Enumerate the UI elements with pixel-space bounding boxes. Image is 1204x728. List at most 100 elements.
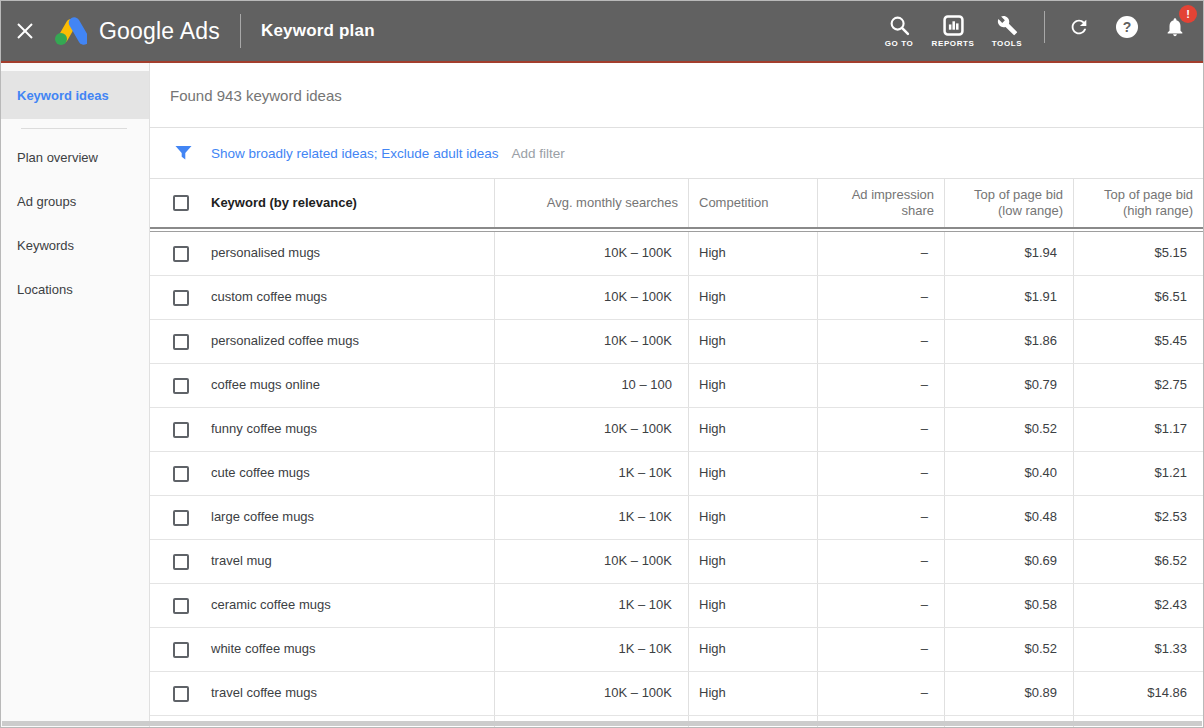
table-row[interactable]: funny coffee mugs 10K – 100K High – $0.5… [150,408,1203,452]
table-row[interactable]: personalized coffee mugs 10K – 100K High… [150,320,1203,364]
row-checkbox[interactable] [173,554,189,570]
impression-share-cell: – [817,276,944,319]
low-bid-cell: $0.52 [944,408,1073,451]
high-bid-cell: $6.52 [1073,540,1203,583]
searches-cell: 10K – 100K [494,672,688,715]
row-checkbox[interactable] [173,334,189,350]
tools-button[interactable]: TOOLS [980,15,1034,48]
impression-share-cell: – [817,628,944,671]
reports-button[interactable]: REPORTS [926,15,980,48]
sidebar-item-keywords[interactable]: Keywords [1,223,149,267]
row-checkbox[interactable] [173,510,189,526]
top-app-bar: Google Ads Keyword plan GO TO REPORTS [1,1,1203,61]
keyword-text: funny coffee mugs [211,421,317,437]
high-bid-cell: $6.51 [1073,276,1203,319]
low-bid-cell: $0.52 [944,628,1073,671]
help-button[interactable]: ? [1103,3,1151,51]
select-all-checkbox[interactable] [173,195,189,211]
table-row[interactable]: custom coffee mugs 10K – 100K High – $1.… [150,276,1203,320]
impression-share-cell: – [817,232,944,275]
close-button[interactable] [1,1,49,61]
google-ads-logo [53,15,87,47]
row-checkbox[interactable] [173,422,189,438]
sidebar-divider [21,128,127,129]
goto-button[interactable]: GO TO [872,15,926,48]
row-checkbox[interactable] [173,466,189,482]
row-checkbox[interactable] [173,378,189,394]
table-row[interactable]: travel mug 10K – 100K High – $0.69 $6.52 [150,540,1203,584]
searches-cell: 1K – 10K [494,452,688,495]
keyword-cell: funny coffee mugs [150,408,494,451]
table-row[interactable]: travel coffee mugs 10K – 100K High – $0.… [150,672,1203,716]
high-bid-cell: $5.45 [1073,320,1203,363]
impression-share-cell: – [817,672,944,715]
row-checkbox[interactable] [173,686,189,702]
searches-cell: 10K – 100K [494,232,688,275]
table-row[interactable]: ceramic coffee mugs 1K – 10K High – $0.5… [150,584,1203,628]
keyword-cell: personalised mugs [150,232,494,275]
google-ads-window: Google Ads Keyword plan GO TO REPORTS [0,0,1204,728]
sidebar-item-ad-groups[interactable]: Ad groups [1,179,149,223]
refresh-button[interactable] [1055,3,1103,51]
low-bid-cell: $0.40 [944,452,1073,495]
low-bid-cell: $0.79 [944,364,1073,407]
high-bid-cell: $2.53 [1073,496,1203,539]
searches-cell: 1K – 10K [494,584,688,627]
keyword-text: white coffee mugs [211,641,316,657]
row-checkbox[interactable] [173,246,189,262]
sidebar-item-plan-overview[interactable]: Plan overview [1,135,149,179]
searches-cell: 1K – 10K [494,496,688,539]
low-bid-cell: $1.91 [944,276,1073,319]
keyword-cell: personalized coffee mugs [150,320,494,363]
close-icon [15,21,35,41]
sidebar-item-locations[interactable]: Locations [1,267,149,311]
table-row[interactable]: white coffee mugs 1K – 10K High – $0.52 … [150,628,1203,672]
table-row[interactable]: coffee mugs online 10 – 100 High – $0.79… [150,364,1203,408]
notifications-button[interactable]: ! [1151,3,1199,51]
keyword-cell: cute coffee mugs [150,452,494,495]
high-bid-cell: $2.43 [1073,584,1203,627]
horizontal-scrollbar[interactable] [2,721,1202,726]
topbar-divider [1044,11,1045,43]
keyword-cell: coffee mugs online [150,364,494,407]
impression-share-cell: – [817,408,944,451]
table-row[interactable]: cute coffee mugs 1K – 10K High – $0.40 $… [150,452,1203,496]
competition-cell: High [688,540,817,583]
row-checkbox[interactable] [173,598,189,614]
competition-cell: High [688,364,817,407]
keyword-text: custom coffee mugs [211,289,327,305]
impression-share-cell: – [817,584,944,627]
wrench-icon [997,15,1018,36]
col-high-bid: Top of page bid (high range) [1073,179,1203,227]
applied-filters-link[interactable]: Show broadly related ideas; Exclude adul… [211,146,498,161]
keyword-text: travel mug [211,553,272,569]
brand-name: Google Ads [99,18,220,45]
col-impression-share: Ad impression share [817,179,944,227]
add-filter-button[interactable]: Add filter [511,146,564,161]
col-low-bid: Top of page bid (low range) [944,179,1073,227]
col-keyword: Keyword (by relevance) [211,195,357,211]
keyword-text: large coffee mugs [211,509,314,525]
row-checkbox[interactable] [173,642,189,658]
table-row[interactable]: large coffee mugs 1K – 10K High – $0.48 … [150,496,1203,540]
col-searches: Avg. monthly searches [494,179,688,227]
competition-cell: High [688,584,817,627]
sidebar-item-keyword-ideas[interactable]: Keyword ideas [1,71,149,119]
row-checkbox[interactable] [173,290,189,306]
low-bid-cell: $1.86 [944,320,1073,363]
impression-share-cell: – [817,452,944,495]
topbar-divider [240,14,241,48]
keyword-text: ceramic coffee mugs [211,597,331,613]
notification-badge: ! [1179,5,1197,23]
header-keyword-cell: Keyword (by relevance) [150,179,494,227]
high-bid-cell: $14.86 [1073,672,1203,715]
competition-cell: High [688,320,817,363]
search-icon [889,15,910,36]
table-header: Keyword (by relevance) Avg. monthly sear… [150,179,1203,227]
table-row[interactable]: personalised mugs 10K – 100K High – $1.9… [150,232,1203,276]
col-competition: Competition [688,179,817,227]
competition-cell: High [688,496,817,539]
keyword-text: travel coffee mugs [211,685,317,701]
filter-icon [175,145,192,161]
keyword-text: personalized coffee mugs [211,333,359,349]
